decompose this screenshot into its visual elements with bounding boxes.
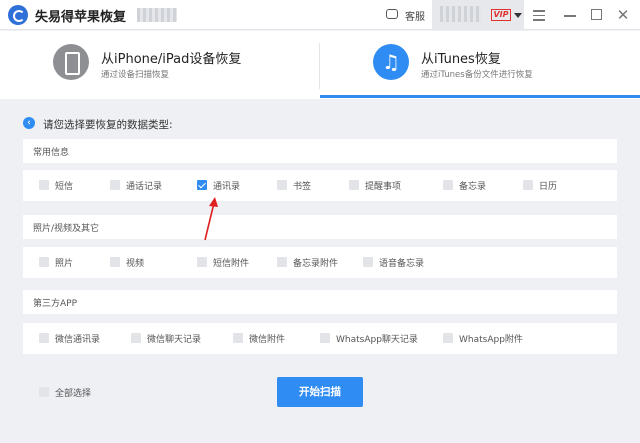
checkbox[interactable] [363,257,373,267]
checkbox[interactable] [443,333,453,343]
select-all-checkbox[interactable] [39,387,49,397]
vip-badge[interactable]: VIP [491,9,511,21]
option-label: 提醒事项 [365,182,402,192]
option-label: WhatsApp聊天记录 [336,335,418,345]
option-label: 短信 [55,182,74,192]
tab-device-recovery[interactable]: 从iPhone/iPad设备恢复 [101,48,241,67]
checkbox[interactable] [110,257,120,267]
option-label: 通讯录 [213,182,241,192]
checkbox[interactable] [320,333,330,343]
option-label: 书签 [293,182,312,192]
start-scan-button[interactable]: 开始扫描 [277,377,363,407]
category-header: 第三方APP [23,290,617,314]
checkbox[interactable] [110,180,120,190]
option-label: 短信附件 [213,259,250,269]
active-tab-indicator [320,95,640,98]
annotation-arrow-icon [204,197,218,241]
category-options: 照片 视频 短信附件 备忘录附件 语音备忘录 [23,247,617,278]
checkbox[interactable] [523,180,533,190]
tab-device-recovery-subtitle: 通过设备扫描恢复 [101,70,170,80]
option-label: 备忘录 [459,182,487,192]
app-logo-icon [8,5,28,25]
blurred-username [440,6,482,22]
checkbox[interactable] [277,180,287,190]
option-label: WhatsApp附件 [459,335,523,345]
checkbox[interactable] [39,257,49,267]
chevron-down-icon[interactable] [514,13,522,18]
checkbox[interactable] [197,257,207,267]
menu-button[interactable] [530,6,548,24]
category-header: 常用信息 [23,139,617,163]
checkbox[interactable] [233,333,243,343]
category-options: 短信 通话记录 通讯录 书签 提醒事项 备忘录 日历 [23,170,617,201]
title-bar: 失易得苹果恢复 客服 VIP ✕ [0,0,640,30]
tab-itunes-recovery[interactable]: 从iTunes恢复 [421,48,501,67]
option-label: 微信附件 [249,335,286,345]
checkbox[interactable] [349,180,359,190]
data-type-prompt: 请您选择要恢复的数据类型: [43,119,173,131]
select-all-label: 全部选择 [55,389,92,399]
category-title: 常用信息 [33,148,70,158]
category-options: 微信通讯录 微信聊天记录 微信附件 WhatsApp聊天记录 WhatsApp附… [23,323,617,354]
maximize-button[interactable] [588,6,606,24]
category-title: 第三方APP [33,299,78,309]
chat-icon[interactable] [386,9,398,19]
category-title: 照片/视频及其它 [33,224,100,234]
recovery-mode-tabs: 从iPhone/iPad设备恢复 通过设备扫描恢复 ♫ 从iTunes恢复 通过… [0,31,640,99]
blurred-region [137,8,177,22]
music-note-icon[interactable]: ♫ [373,44,409,80]
phone-icon[interactable] [53,44,89,80]
option-label: 日历 [539,182,558,192]
minimize-button[interactable] [561,6,579,24]
option-label: 视频 [126,259,145,269]
option-label: 微信通讯录 [55,335,101,345]
checkbox[interactable] [277,257,287,267]
checkbox[interactable] [131,333,141,343]
customer-service-link[interactable]: 客服 [405,8,425,23]
divider [319,43,320,89]
option-label: 通话记录 [126,182,163,192]
back-icon[interactable]: ‹ [23,117,35,129]
category-header: 照片/视频及其它 [23,215,617,239]
option-label: 备忘录附件 [293,259,339,269]
tab-itunes-recovery-subtitle: 通过iTunes备份文件进行恢复 [421,70,533,80]
option-label: 微信聊天记录 [147,335,202,345]
option-label: 语音备忘录 [379,259,425,269]
option-label: 照片 [55,259,74,269]
checkbox[interactable] [39,333,49,343]
close-button[interactable]: ✕ [614,6,632,24]
app-title: 失易得苹果恢复 [35,10,127,25]
checkbox[interactable] [39,180,49,190]
checkbox-checked[interactable] [197,180,207,190]
checkbox[interactable] [443,180,453,190]
